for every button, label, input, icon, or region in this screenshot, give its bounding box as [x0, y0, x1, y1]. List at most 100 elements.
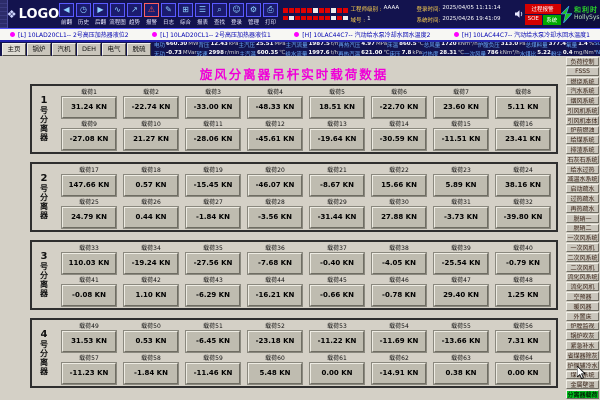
system-badge[interactable]: 系统: [543, 15, 561, 25]
tab-home[interactable]: 主页: [2, 43, 26, 56]
tab-turbine[interactable]: 汽机: [52, 43, 76, 56]
separator-label-char: 离: [40, 358, 48, 367]
sidebar-item-3[interactable]: 燃烧系统: [566, 77, 599, 86]
separator-label-char: 器: [40, 367, 48, 376]
load-cell: 载荷52-23.18 KN: [244, 321, 306, 353]
sidebar-item-7[interactable]: 引风机本体: [566, 116, 599, 125]
sidebar-item-24[interactable]: 流化风机: [566, 282, 599, 291]
sidebar-item-20[interactable]: 一次风机: [566, 243, 599, 252]
sidebar-item-16[interactable]: 再热疏水: [566, 204, 599, 213]
separator-label-4: 4号分离器: [32, 320, 56, 386]
load-cell-label: 载荷35: [203, 245, 223, 252]
load-cell-value: 5.11 KN: [496, 97, 550, 118]
alarm-entry-3[interactable]: [H] 10LAC44C7-- 汽动给水泵冷却水回水温度2: [294, 30, 430, 39]
load-cell-value: -27.56 KN: [186, 253, 240, 274]
toolbar-button-overview[interactable]: ⊞综合: [177, 0, 194, 28]
sidebar-item-21[interactable]: 二次风系统: [566, 253, 599, 262]
sidebar-item-18[interactable]: 脱硝二: [566, 224, 599, 233]
process-alarm-badge[interactable]: 过程报警: [525, 4, 561, 14]
tab-electrical[interactable]: 电气: [102, 43, 126, 56]
domain-label: 域号 :: [351, 16, 366, 24]
sidebar-item-34[interactable]: 金属壁温: [566, 380, 599, 389]
load-cell: 载荷723.60 KN: [430, 87, 492, 119]
tab-desulfurization[interactable]: 脱硫: [127, 43, 151, 56]
sidebar-item-31[interactable]: 省煤器除灰: [566, 351, 599, 360]
speaker-icon[interactable]: [513, 0, 525, 28]
sidebar-item-8[interactable]: 炉前燃油: [566, 126, 599, 135]
load-cell-value: -11.22 KN: [310, 331, 364, 352]
toolbar-button-manage[interactable]: ⚙管理: [245, 0, 262, 28]
sidebar-item-5[interactable]: 烟风系统: [566, 96, 599, 105]
alarm-entry-2[interactable]: [L] 10LAD20CL1-- 2号高压加热器液位1: [152, 30, 271, 39]
soe-badge[interactable]: SOE: [525, 15, 543, 25]
separator-number: 3: [41, 252, 48, 262]
toolbar-button-history[interactable]: ◷历史: [75, 0, 92, 28]
sidebar-item-11[interactable]: 石灰石系统: [566, 155, 599, 164]
sidebar-item-19[interactable]: 一次风系统: [566, 233, 599, 242]
param-label: SO2: [594, 42, 600, 49]
toolbar-button-alarm[interactable]: ⚠报警: [143, 0, 160, 28]
load-cell-value: -0.79 KN: [496, 253, 550, 274]
sidebar-item-26[interactable]: 暖风器: [566, 302, 599, 311]
param-r1-5: 再热汽压4.97MPa: [338, 42, 387, 49]
toolbar-button-print[interactable]: ⎙打印: [262, 0, 279, 28]
sidebar-item-30[interactable]: 紧急补水: [566, 341, 599, 350]
load-cell-label: 载荷33: [79, 245, 99, 252]
load-cell-value: -25.54 KN: [434, 253, 488, 274]
tab-boiler[interactable]: 锅炉: [27, 43, 51, 56]
load-cell: 载荷500.53 KN: [120, 321, 182, 353]
indicator-light: [295, 16, 300, 21]
param-r1-10: 氧量1.4%: [566, 42, 594, 49]
toolbar-button-log[interactable]: ✎日志: [160, 0, 177, 28]
sidebar-item-28[interactable]: 炉膛监视: [566, 322, 599, 331]
load-cell-value: -11.69 KN: [372, 331, 426, 352]
toolbar-button-search[interactable]: ⌕查找: [211, 0, 228, 28]
sidebar-item-27[interactable]: 外置床: [566, 312, 599, 321]
toolbar-button-trend[interactable]: ↗趋势: [126, 0, 143, 28]
load-cell: 载荷6-22.70 KN: [368, 87, 430, 119]
load-cell-value: 0.53 KN: [124, 331, 178, 352]
load-cell-label: 载荷27: [203, 199, 223, 206]
load-cell-label: 载荷16: [513, 121, 533, 128]
sidebar-item-9[interactable]: 给煤系统: [566, 135, 599, 144]
sidebar-item-15[interactable]: 过热疏水: [566, 194, 599, 203]
toolbar-button-next-page[interactable]: ▶后翻: [92, 0, 109, 28]
load-cell: 载荷59-11.46 KN: [182, 353, 244, 385]
sidebar-item-17[interactable]: 脱硝一: [566, 214, 599, 223]
print-icon: ⎙: [263, 3, 278, 17]
sidebar-item-13[interactable]: 减温水系统: [566, 175, 599, 184]
sidebar-item-25[interactable]: 空预器: [566, 292, 599, 301]
load-cell-label: 载荷20: [265, 167, 285, 174]
sidebar-item-35[interactable]: 分离器载荷: [566, 390, 599, 399]
sidebar-item-10[interactable]: 排渣系统: [566, 145, 599, 154]
toolbar-button-report[interactable]: ☰报表: [194, 0, 211, 28]
param-value: 1987.5: [309, 42, 330, 49]
toolbar-button-login[interactable]: ☺登录: [228, 0, 245, 28]
toolbar-button-prev-page[interactable]: ◀前翻: [58, 0, 75, 28]
sidebar-item-4[interactable]: 汽水系统: [566, 86, 599, 95]
load-cell-label: 载荷2: [143, 89, 159, 96]
alarm-entry-4[interactable]: [H] 10LAC44C7-- 汽动给水泵冷却水回水温度1: [454, 30, 590, 39]
sidebar-item-22[interactable]: 二次风机: [566, 263, 599, 272]
load-cell: 载荷17147.66 KN: [58, 165, 120, 197]
sidebar-item-29[interactable]: 锅炉吹灰: [566, 331, 599, 340]
toolbar-button-flow-diagram[interactable]: ∿流程图: [109, 0, 126, 28]
sidebar-item-6[interactable]: 引风机系统: [566, 106, 599, 115]
sidebar-item-23[interactable]: 流化风系统: [566, 273, 599, 282]
sidebar-item-2[interactable]: FSSS: [566, 67, 599, 76]
param-r1-8: 炉膛负压313.0Pa: [478, 42, 526, 49]
load-cell-label: 载荷62: [389, 355, 409, 362]
load-cell-value: -1.84 KN: [124, 363, 178, 384]
sidebar-item-1[interactable]: 负荷控制: [566, 57, 599, 66]
sidebar-item-14[interactable]: 启动疏水: [566, 184, 599, 193]
alarm-entry-1[interactable]: [L] 10LAD20CL1-- 2号高压加热器液位2: [10, 30, 129, 39]
engineer-level-value: AAAA: [384, 5, 400, 13]
separator-label-char: 号: [40, 340, 48, 349]
sidebar-item-12[interactable]: 给水过热: [566, 165, 599, 174]
indicator-light: [325, 8, 330, 13]
tab-deh[interactable]: DEH: [77, 43, 101, 56]
load-cell-label: 载荷9: [81, 121, 97, 128]
param-r1-11: SO25.4mg/Nm³: [594, 42, 600, 49]
load-cell-label: 载荷50: [141, 323, 161, 330]
load-cell-label: 载荷53: [327, 323, 347, 330]
